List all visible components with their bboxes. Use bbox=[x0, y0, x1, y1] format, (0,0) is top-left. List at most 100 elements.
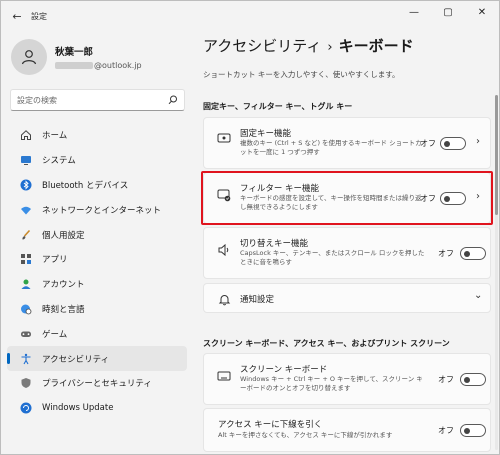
sidebar-item-apps[interactable]: アプリ bbox=[7, 247, 187, 272]
sidebar-item-label: アプリ bbox=[42, 255, 68, 266]
sidebar-item-privacy-security[interactable]: プライバシーとセキュリティ bbox=[7, 371, 187, 396]
sidebar-item-label: アクセシビリティ bbox=[42, 354, 110, 365]
sidebar-item-windows-update[interactable]: Windows Update bbox=[7, 396, 187, 421]
sidebar-item-label: 時刻と言語 bbox=[42, 304, 85, 315]
card-title: 固定キー機能 bbox=[240, 129, 292, 139]
toggle-state-label: オフ bbox=[420, 139, 436, 148]
close-icon: ✕ bbox=[477, 6, 487, 18]
sidebar-item-network[interactable]: ネットワークとインターネット bbox=[7, 197, 187, 222]
nav-list: ホーム システム Bluetooth とデバイス ネットワークとインターネット … bbox=[7, 123, 187, 421]
card-description: キーボードの感度を設定して、キー操作を短時間または繰り返し無視できるようにします bbox=[240, 194, 422, 212]
bell-icon bbox=[216, 291, 232, 307]
shield-icon bbox=[19, 376, 33, 390]
keyboard-icon bbox=[216, 368, 232, 384]
sidebar-item-bluetooth[interactable]: Bluetooth とデバイス bbox=[7, 173, 187, 198]
sidebar-item-accessibility[interactable]: アクセシビリティ bbox=[7, 346, 187, 371]
toggle-keys-toggle[interactable] bbox=[460, 247, 486, 260]
underline-access-keys-card[interactable]: アクセス キーに下線を引く Alt キーを押さなくても、アクセス キーに下線が引… bbox=[203, 408, 491, 452]
search-input[interactable] bbox=[17, 95, 168, 105]
back-button[interactable]: ← bbox=[5, 4, 29, 28]
main-content: アクセシビリティ › キーボード ショートカット キーを入力しやすく、使いやすくしま… bbox=[193, 31, 499, 454]
bluetooth-icon bbox=[19, 178, 33, 192]
sidebar: 秋葉一郎 @outlook.jp ホーム システム Bluetooth とデバイ… bbox=[1, 31, 191, 454]
back-arrow-icon: ← bbox=[12, 9, 22, 23]
filter-keys-icon bbox=[216, 187, 232, 203]
card-description: 複数のキー (Ctrl + S など) を使用するキーボード ショートカットを一… bbox=[240, 139, 422, 157]
breadcrumb: アクセシビリティ › キーボード bbox=[203, 35, 414, 56]
sticky-keys-toggle[interactable] bbox=[440, 137, 466, 150]
section-heading-keys: 固定キー、フィルター キー、トグル キー bbox=[203, 102, 353, 111]
minimize-icon: — bbox=[409, 6, 419, 18]
minimize-button[interactable]: — bbox=[397, 1, 431, 23]
chevron-right-icon: › bbox=[476, 136, 480, 147]
sidebar-item-time-language[interactable]: 時刻と言語 bbox=[7, 297, 187, 322]
home-icon bbox=[19, 128, 33, 142]
card-description: CapsLock キー、テンキー、またはスクロール ロックを押したときに音を鳴ら… bbox=[240, 249, 425, 267]
settings-window: ← 設定 — ▢ ✕ 秋葉一郎 @outlook.jp ホーム bbox=[0, 0, 500, 455]
sidebar-item-label: 個人用設定 bbox=[42, 230, 85, 241]
app-title: 設定 bbox=[31, 11, 47, 21]
apps-icon bbox=[19, 252, 33, 266]
toggle-keys-card[interactable]: 切り替えキー機能 CapsLock キー、テンキー、またはスクロール ロックを押… bbox=[203, 227, 491, 279]
profile[interactable]: 秋葉一郎 @outlook.jp bbox=[11, 39, 142, 75]
sidebar-item-gaming[interactable]: ゲーム bbox=[7, 321, 187, 346]
gamepad-icon bbox=[19, 327, 33, 341]
accessibility-icon bbox=[19, 352, 33, 366]
maximize-icon: ▢ bbox=[443, 6, 453, 18]
sidebar-item-system[interactable]: システム bbox=[7, 148, 187, 173]
update-icon bbox=[19, 401, 33, 415]
sidebar-item-accounts[interactable]: アカウント bbox=[7, 272, 187, 297]
avatar bbox=[11, 39, 47, 75]
email-domain: @outlook.jp bbox=[94, 61, 142, 70]
brush-icon bbox=[19, 228, 33, 242]
title-bar: ← 設定 — ▢ ✕ bbox=[1, 1, 499, 31]
toggle-state-label: オフ bbox=[438, 249, 454, 258]
sidebar-item-label: アカウント bbox=[42, 280, 85, 291]
user-name: 秋葉一郎 bbox=[55, 47, 94, 58]
toggle-state-label: オフ bbox=[420, 194, 436, 203]
underline-access-keys-toggle[interactable] bbox=[460, 424, 486, 437]
card-title: フィルター キー機能 bbox=[240, 184, 320, 194]
sidebar-item-label: システム bbox=[42, 156, 76, 167]
chevron-right-icon: › bbox=[476, 191, 480, 202]
user-email: @outlook.jp bbox=[55, 61, 142, 70]
breadcrumb-parent[interactable]: アクセシビリティ bbox=[203, 37, 321, 55]
card-title: アクセス キーに下線を引く bbox=[218, 420, 323, 430]
section-heading-onscreen: スクリーン キーボード、アクセス キー、およびプリント スクリーン bbox=[203, 339, 450, 348]
sidebar-item-label: Windows Update bbox=[42, 403, 114, 414]
card-title: スクリーン キーボード bbox=[240, 365, 328, 375]
sticky-keys-card[interactable]: 固定キー機能 複数のキー (Ctrl + S など) を使用するキーボード ショ… bbox=[203, 117, 491, 169]
sidebar-item-personalization[interactable]: 個人用設定 bbox=[7, 222, 187, 247]
maximize-button[interactable]: ▢ bbox=[431, 1, 465, 23]
sidebar-item-label: ゲーム bbox=[42, 329, 68, 340]
search-box[interactable] bbox=[10, 89, 185, 111]
monitor-icon bbox=[19, 153, 33, 167]
chevron-down-icon: ⌄ bbox=[474, 290, 483, 301]
speaker-icon bbox=[216, 242, 232, 258]
email-redaction bbox=[55, 62, 93, 69]
card-description: Windows キー + Ctrl キー + O キーを押して、スクリーン キー… bbox=[240, 375, 423, 393]
onscreen-keyboard-toggle[interactable] bbox=[460, 373, 486, 386]
card-title: 切り替えキー機能 bbox=[240, 239, 309, 249]
filter-keys-toggle[interactable] bbox=[440, 192, 466, 205]
card-description: Alt キーを押さなくても、アクセス キーに下線が引かれます bbox=[218, 431, 393, 439]
page-subtitle: ショートカット キーを入力しやすく、使いやすくします。 bbox=[203, 70, 400, 79]
sidebar-item-label: Bluetooth とデバイス bbox=[42, 180, 129, 191]
filter-keys-card[interactable]: フィルター キー機能 キーボードの感度を設定して、キー操作を短時間または繰り返し… bbox=[203, 172, 491, 224]
sidebar-item-home[interactable]: ホーム bbox=[7, 123, 187, 148]
close-button[interactable]: ✕ bbox=[465, 1, 499, 23]
sidebar-item-label: ホーム bbox=[42, 131, 68, 142]
search-icon bbox=[168, 95, 177, 105]
sidebar-item-label: ネットワークとインターネット bbox=[42, 205, 162, 216]
scrollbar-thumb[interactable] bbox=[495, 95, 498, 215]
person-icon bbox=[21, 50, 37, 65]
page-title: キーボード bbox=[338, 37, 414, 55]
globe-clock-icon bbox=[19, 302, 33, 316]
breadcrumb-separator-icon: › bbox=[327, 40, 333, 55]
sidebar-item-label: プライバシーとセキュリティ bbox=[42, 379, 152, 390]
onscreen-keyboard-card[interactable]: スクリーン キーボード Windows キー + Ctrl キー + O キーを… bbox=[203, 353, 491, 405]
wifi-icon bbox=[19, 203, 33, 217]
window-controls: — ▢ ✕ bbox=[397, 1, 499, 23]
notification-settings-card[interactable]: 通知設定 ⌄ bbox=[203, 283, 491, 313]
account-icon bbox=[19, 277, 33, 291]
